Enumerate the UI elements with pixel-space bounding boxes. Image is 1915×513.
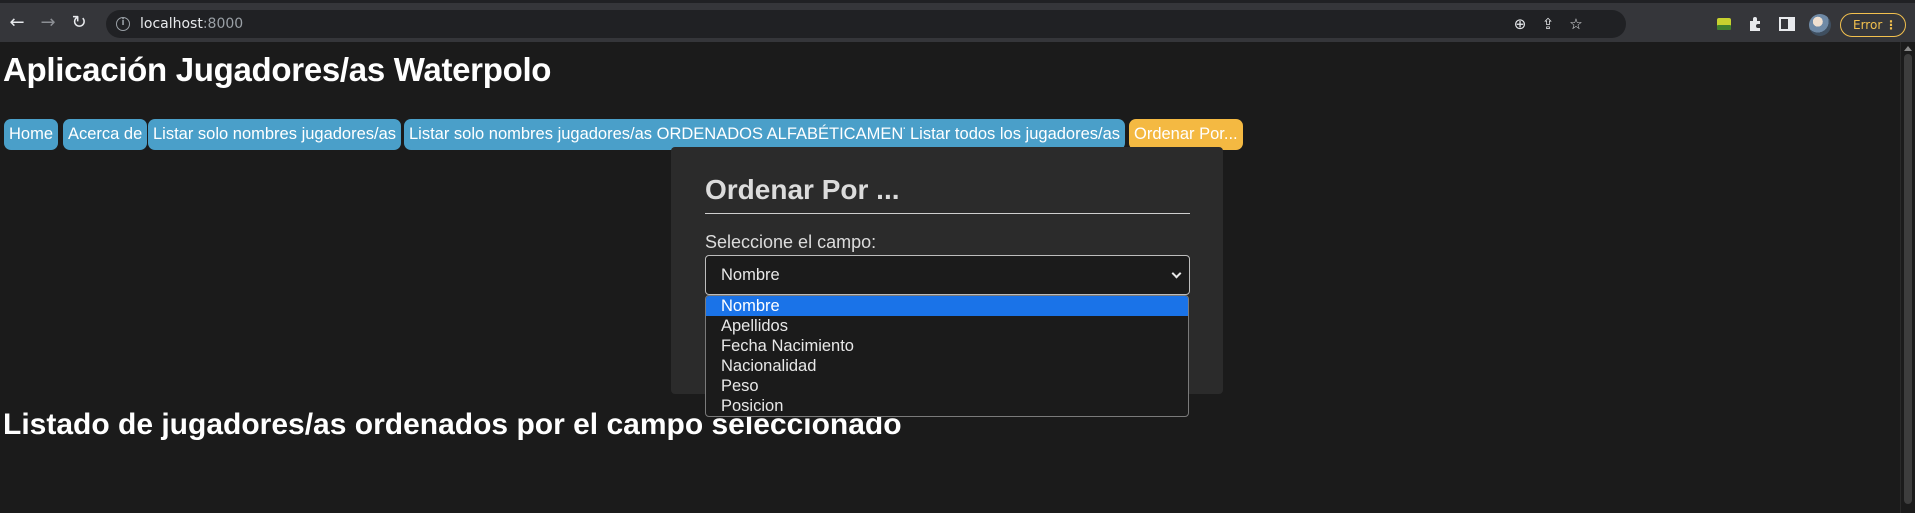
card-divider [705,213,1190,214]
forward-icon[interactable]: → [38,13,58,33]
zoom-icon[interactable]: ⊕ [1510,14,1530,34]
bookmark-star-icon[interactable]: ☆ [1566,14,1586,34]
option-nombre[interactable]: Nombre [706,296,1188,316]
nav-list-names-sorted[interactable]: Listar solo nombres jugadores/as ORDENAD… [404,119,930,150]
card-title: Ordenar Por ... [705,174,900,205]
share-icon[interactable]: ⇪ [1538,14,1558,34]
sort-field-select[interactable]: Nombre [705,255,1190,295]
option-nacionalidad[interactable]: Nacionalidad [706,356,1188,376]
back-icon[interactable]: ← [7,13,27,33]
page-viewport: Aplicación Jugadores/as Waterpolo Home A… [0,42,1915,513]
extension-icon[interactable] [1715,15,1733,33]
option-peso[interactable]: Peso [706,376,1188,396]
url-port: :8000 [202,16,244,32]
nav-list-names[interactable]: Listar solo nombres jugadores/as [148,119,402,150]
site-info-icon[interactable]: i [116,17,130,31]
nav-sort-by[interactable]: Ordenar Por... [1129,119,1243,150]
scroll-up-arrow-icon[interactable] [1904,46,1912,51]
select-value: Nombre [721,266,780,284]
page-scrollbar[interactable] [1900,42,1915,513]
sort-field-dropdown[interactable]: Nombre Apellidos Fecha Nacimiento Nacion… [705,295,1189,417]
extensions-puzzle-icon[interactable] [1746,15,1764,33]
error-label: Error [1853,18,1883,32]
url-text[interactable]: localhost:8000 [140,16,243,32]
side-panel-icon[interactable] [1778,15,1796,33]
page-title: Aplicación Jugadores/as Waterpolo [3,51,552,88]
field-label: Seleccione el campo: [705,232,877,252]
url-host: localhost [140,16,203,32]
option-fecha-nacimiento[interactable]: Fecha Nacimiento [706,336,1188,356]
profile-error-button[interactable]: Error ⋮ [1840,13,1906,37]
chevron-down-icon [1171,268,1182,279]
option-apellidos[interactable]: Apellidos [706,316,1188,336]
address-bar[interactable]: i localhost:8000 ⊕ ⇪ ☆ [106,10,1626,38]
nav-list-all[interactable]: Listar todos los jugadores/as [905,119,1126,150]
profile-avatar[interactable] [1809,14,1831,36]
scroll-thumb[interactable] [1904,54,1912,504]
nav-home[interactable]: Home [4,119,59,150]
nav-about[interactable]: Acerca de [63,119,148,150]
browser-toolbar: ← → ↻ i localhost:8000 ⊕ ⇪ ☆ Error ⋮ [0,0,1915,42]
reload-icon[interactable]: ↻ [69,13,89,33]
browser-menu-icon[interactable]: ⋮ [1885,14,1897,36]
option-posicion[interactable]: Posicion [706,396,1188,416]
